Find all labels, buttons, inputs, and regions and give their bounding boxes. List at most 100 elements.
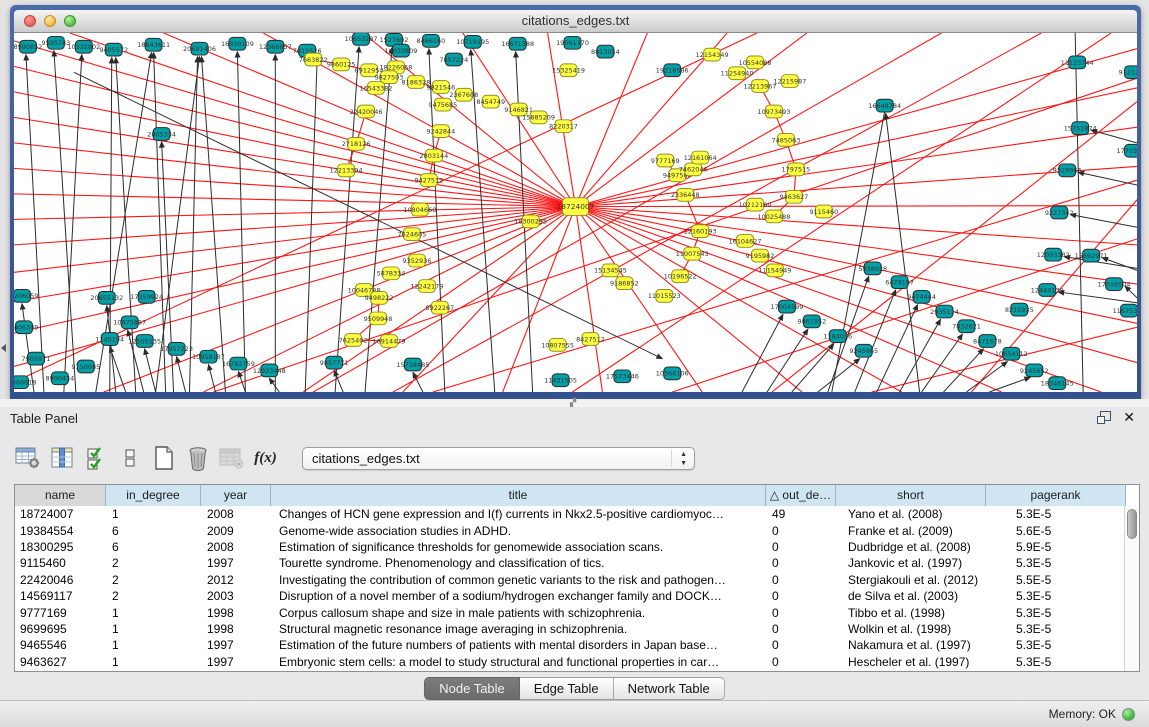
network-node[interactable]: 18300295 [514, 215, 547, 228]
network-node[interactable]: 12160193 [684, 225, 717, 238]
network-node[interactable]: 6479197 [885, 276, 914, 289]
network-node[interactable]: 8427512 [576, 333, 605, 346]
network-node[interactable]: 8466160 [417, 34, 446, 47]
table-cell[interactable]: 5.3E-5 [986, 589, 1124, 603]
column-visibility-icon[interactable] [48, 445, 75, 472]
table-cell[interactable]: 1997 [201, 638, 271, 652]
network-node[interactable]: 11123744 [1061, 56, 1094, 69]
table-cell[interactable]: 1997 [201, 655, 271, 669]
column-header-year[interactable]: year [201, 485, 271, 506]
table-cell[interactable]: 19384554 [15, 524, 106, 538]
network-node[interactable]: 11431505 [544, 374, 577, 387]
network-node[interactable]: 10366106 [656, 367, 689, 380]
network-graph[interactable]: 8990852959578310332802940557218843611206… [14, 33, 1137, 392]
network-node[interactable]: 8220317 [549, 120, 578, 133]
scrollbar-thumb[interactable] [1127, 509, 1137, 539]
network-node[interactable]: 12242179 [410, 280, 443, 293]
table-cell[interactable]: 1 [106, 655, 201, 669]
table-cell[interactable]: 0 [766, 622, 836, 636]
panel-collapse-arrow[interactable] [1, 344, 6, 352]
table-cell[interactable]: Tibbo et al. (1998) [836, 606, 986, 620]
network-node[interactable]: 16648784 [868, 99, 901, 112]
table-cell[interactable]: 1 [106, 507, 201, 521]
network-node[interactable]: 9860125 [327, 58, 356, 71]
tab-edge-table[interactable]: Edge Table [520, 677, 614, 700]
network-node[interactable]: 20655132 [90, 291, 123, 304]
table-cell[interactable]: 5.6E-5 [986, 524, 1124, 538]
table-cell[interactable]: 0 [766, 524, 836, 538]
table-cell[interactable]: 0 [766, 606, 836, 620]
table-selector-dropdown[interactable]: citations_edges.txt ▲▼ [302, 447, 695, 470]
table-cell[interactable]: Jankovic et al. (1997) [836, 556, 986, 570]
network-node[interactable]: 10975887 [113, 316, 146, 329]
network-node[interactable]: 1145194 [95, 333, 124, 346]
table-cell[interactable]: Estimation of the future numbers of pati… [271, 638, 766, 652]
network-node[interactable]: 7625402 [339, 334, 368, 347]
network-node[interactable]: 10958187 [192, 350, 225, 363]
float-panel-icon[interactable] [1097, 411, 1111, 424]
network-node[interactable]: 8215935 [1005, 303, 1034, 316]
network-node[interactable]: 17359924 [130, 290, 163, 303]
network-node[interactable]: 12161064 [684, 151, 717, 164]
network-node[interactable]: 17957223 [160, 342, 193, 355]
table-cell[interactable]: 5.3E-5 [986, 606, 1124, 620]
table-cell[interactable]: Structural magnetic resonance image aver… [271, 622, 766, 636]
function-builder-icon[interactable]: f(x) [252, 445, 279, 472]
network-node[interactable]: 12093382 [1037, 248, 1070, 261]
network-node[interactable]: 7857224 [439, 53, 468, 66]
table-cell[interactable]: 1 [106, 622, 201, 636]
table-cell[interactable]: Franke et al. (2009) [836, 524, 986, 538]
table-cell[interactable]: 0 [766, 638, 836, 652]
network-node[interactable]: 2803144 [419, 149, 448, 162]
table-cell[interactable]: de Silva et al. (2003) [836, 589, 986, 603]
row-height-icon[interactable] [116, 445, 143, 472]
network-node[interactable]: 18843611 [137, 38, 170, 51]
network-node[interactable]: 11015523 [648, 289, 681, 302]
table-cell[interactable]: 2 [106, 589, 201, 603]
table-cell[interactable]: 2003 [201, 589, 271, 603]
network-node[interactable]: 8471678 [973, 335, 1002, 348]
network-node[interactable]: 9121299 [1119, 66, 1137, 79]
table-cell[interactable]: 6 [106, 540, 201, 554]
table-cell[interactable]: Corpus callosum shape and size in male p… [271, 606, 766, 620]
table-cell[interactable]: Disruption of a novel member of a sodium… [271, 589, 766, 603]
network-node[interactable]: 12213967 [744, 80, 777, 93]
table-cell[interactable]: 2008 [201, 507, 271, 521]
network-node[interactable]: 19561370 [556, 36, 589, 49]
table-cell[interactable]: Estimation of significance thresholds fo… [271, 540, 766, 554]
table-cell[interactable]: Dudbridge et al. (2008) [836, 540, 986, 554]
table-cell[interactable]: Wolkin et al. (1998) [836, 622, 986, 636]
network-node[interactable]: 10807555 [541, 339, 574, 352]
network-node[interactable]: 5878334 [377, 267, 406, 280]
column-header-name[interactable]: name [15, 485, 106, 506]
network-node[interactable]: 18346145 [1041, 377, 1074, 390]
tab-network-table[interactable]: Network Table [614, 677, 725, 700]
network-node[interactable]: 11675338 [1113, 304, 1137, 317]
network-node[interactable]: 9329966 [1053, 164, 1082, 177]
table-cell[interactable]: 0 [766, 655, 836, 669]
table-cell[interactable]: 49 [766, 507, 836, 521]
network-node[interactable]: 15751874 [1064, 122, 1097, 135]
network-node[interactable]: 10804660 [403, 203, 436, 216]
network-node[interactable]: 9857771 [320, 356, 349, 369]
table-cell[interactable]: 1 [106, 638, 201, 652]
table-settings-icon[interactable] [14, 445, 41, 472]
tab-node-table[interactable]: Node Table [424, 677, 520, 700]
network-node[interactable]: 7832621 [952, 320, 981, 333]
network-node[interactable]: 9186852 [610, 277, 639, 290]
network-node[interactable]: 19218586 [656, 64, 689, 77]
table-cell[interactable]: 2009 [201, 524, 271, 538]
window-title-bar[interactable]: citations_edges.txt [14, 10, 1137, 33]
network-node[interactable]: 16930109 [221, 37, 254, 50]
network-node[interactable]: 9115460 [809, 205, 838, 218]
table-cell[interactable]: Investigating the contribution of common… [271, 573, 766, 587]
table-cell[interactable]: 18300295 [15, 540, 106, 554]
table-cell[interactable]: 2 [106, 573, 201, 587]
table-row[interactable]: 911546021997Tourette syndrome. Phenomeno… [15, 555, 1124, 571]
column-header-in_degree[interactable]: in_degree [106, 485, 201, 506]
table-cell[interactable]: 5.3E-5 [986, 622, 1124, 636]
network-node[interactable]: 10196522 [664, 270, 697, 283]
network-node[interactable]: 12923448 [253, 364, 286, 377]
network-node[interactable]: 12213394 [330, 164, 363, 177]
network-node[interactable]: 11154949 [759, 264, 792, 277]
